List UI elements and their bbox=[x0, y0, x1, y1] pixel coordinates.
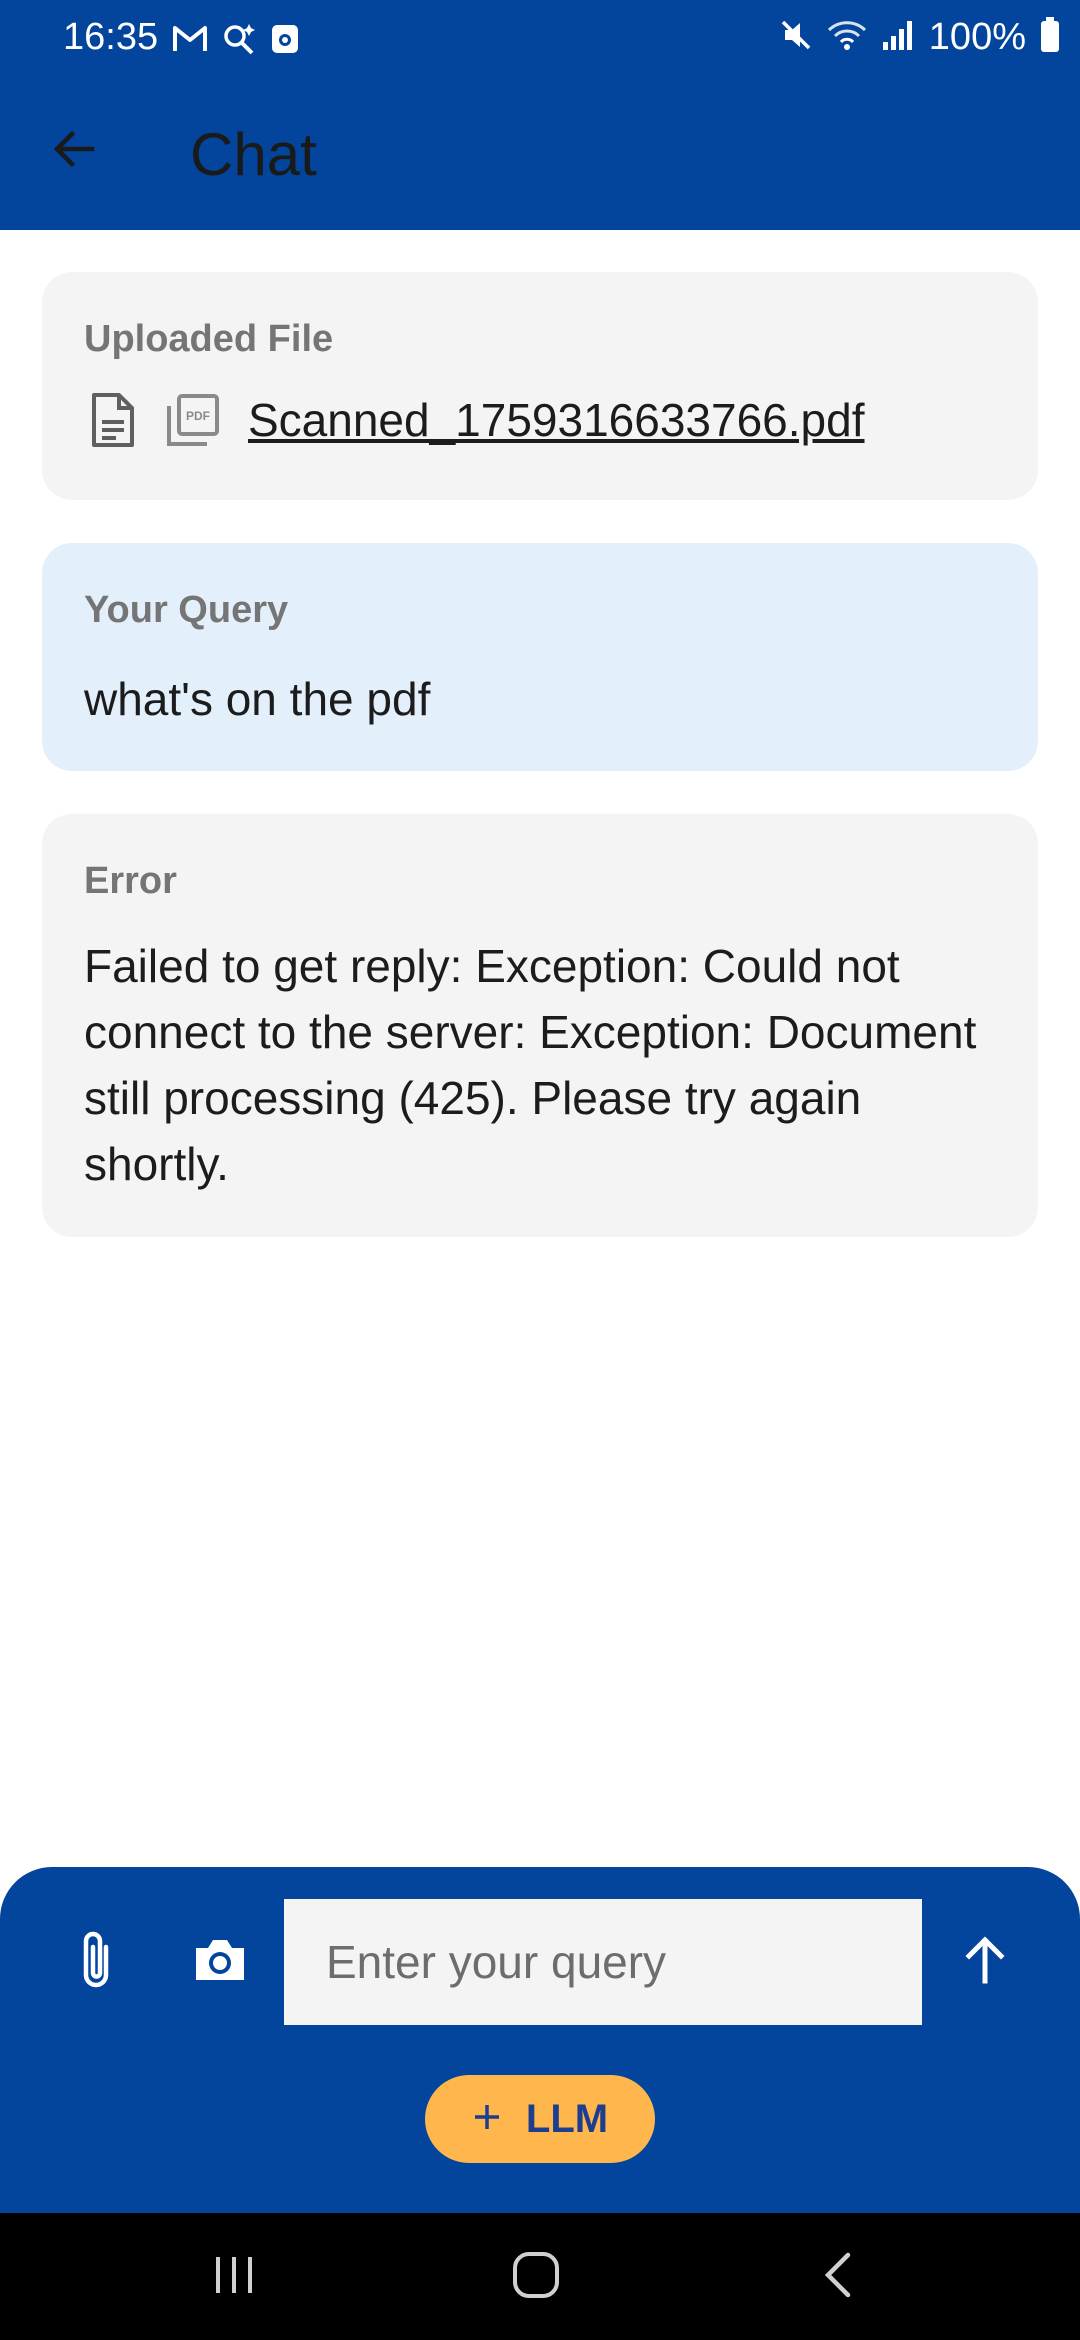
camera-button[interactable] bbox=[180, 1917, 260, 2007]
query-label: Your Query bbox=[84, 589, 289, 631]
recent-apps-button[interactable] bbox=[194, 2243, 274, 2311]
attach-button[interactable] bbox=[56, 1917, 136, 2007]
paperclip-icon bbox=[76, 1929, 116, 1996]
screen-record-icon bbox=[270, 23, 300, 60]
document-icon bbox=[84, 391, 142, 449]
back-nav-button[interactable] bbox=[798, 2243, 878, 2311]
search-sparkle-icon bbox=[222, 22, 256, 61]
file-row: PDF Scanned_1759316633766.pdf bbox=[84, 391, 996, 449]
home-button[interactable] bbox=[496, 2243, 576, 2311]
gmail-icon bbox=[172, 24, 208, 59]
status-time: 16:35 bbox=[63, 16, 159, 58]
llm-button-label: LLM bbox=[525, 2096, 609, 2141]
signal-icon bbox=[881, 18, 915, 57]
back-button[interactable] bbox=[40, 117, 108, 185]
home-icon bbox=[511, 2250, 561, 2305]
error-card: Error Failed to get reply: Exception: Co… bbox=[42, 814, 1038, 1237]
send-button[interactable] bbox=[945, 1917, 1025, 2007]
query-card: Your Query what's on the pdf bbox=[42, 543, 1038, 771]
uploaded-file-label: Uploaded File bbox=[84, 318, 334, 360]
camera-icon bbox=[192, 1936, 248, 1989]
input-panel: LLM bbox=[0, 1867, 1080, 2213]
llm-button[interactable]: LLM bbox=[425, 2075, 655, 2163]
wifi-icon bbox=[827, 18, 867, 57]
battery-icon bbox=[1040, 17, 1060, 58]
battery-percent: 100% bbox=[928, 16, 1026, 58]
pdf-icon: PDF bbox=[164, 391, 222, 449]
svg-text:PDF: PDF bbox=[186, 409, 210, 423]
query-input[interactable] bbox=[284, 1899, 922, 2025]
notification-icons bbox=[172, 22, 300, 61]
arrow-left-icon bbox=[50, 125, 98, 178]
query-text: what's on the pdf bbox=[84, 673, 431, 725]
system-nav-bar bbox=[0, 2213, 1080, 2340]
error-label: Error bbox=[84, 860, 177, 902]
recent-apps-icon bbox=[212, 2253, 256, 2302]
app-bar: Chat bbox=[0, 80, 1080, 230]
chevron-left-icon bbox=[818, 2251, 858, 2304]
error-message: Failed to get reply: Exception: Could no… bbox=[84, 940, 977, 1190]
system-icons: 100% bbox=[779, 16, 1060, 59]
arrow-up-icon bbox=[961, 1935, 1009, 1990]
uploaded-file-card: Uploaded File PDF Scanned_1759316633766.… bbox=[42, 272, 1038, 500]
page-title: Chat bbox=[190, 121, 317, 188]
status-bar: 16:35 100% bbox=[0, 0, 1080, 80]
file-name-link[interactable]: Scanned_1759316633766.pdf bbox=[248, 393, 865, 447]
mute-icon bbox=[779, 18, 813, 57]
plus-icon bbox=[472, 2097, 502, 2142]
